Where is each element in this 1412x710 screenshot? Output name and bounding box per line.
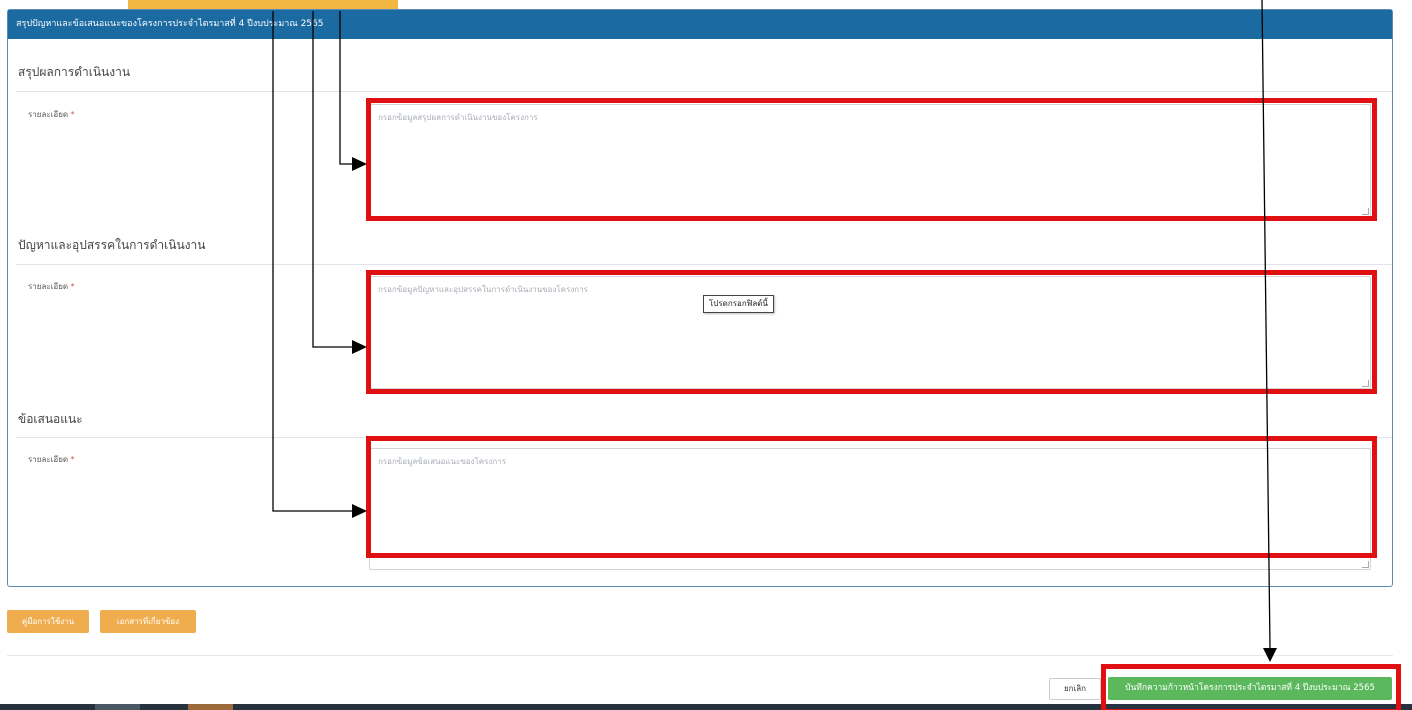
field-label-suggestions: รายละเอียด * (28, 453, 75, 466)
taskbar-item[interactable] (188, 704, 233, 710)
field-label-text: รายละเอียด (28, 455, 69, 464)
resize-grip-icon[interactable] (1362, 561, 1369, 568)
section-divider (16, 264, 1392, 265)
footer-divider (7, 655, 1393, 656)
section-title-problems: ปัญหาและอุปสรรคในการดำเนินงาน (18, 238, 206, 252)
panel-header: สรุปปัญหาและข้อเสนอแนะของโครงการประจำไตร… (8, 10, 1392, 39)
cancel-button[interactable]: ยกเลิก (1049, 678, 1101, 700)
user-manual-button[interactable]: คู่มือการใช้งาน (7, 610, 89, 633)
annotation-highlight-box (366, 436, 1377, 558)
section-title-suggestions: ข้อเสนอแนะ (18, 412, 83, 426)
annotation-highlight-box (366, 270, 1377, 394)
section-divider (16, 91, 1392, 92)
field-label-performance: รายละเอียด * (28, 108, 75, 121)
annotation-highlight-box (1101, 664, 1401, 710)
field-label-text: รายละเอียด (28, 110, 69, 119)
annotation-highlight-box (366, 98, 1377, 221)
required-marker: * (70, 110, 75, 119)
section-title-performance: สรุปผลการดำเนินงาน (18, 65, 131, 79)
field-label-problems: รายละเอียด * (28, 280, 75, 293)
taskbar-item[interactable] (95, 704, 140, 710)
related-documents-button[interactable]: เอกสารที่เกี่ยวข้อง (100, 610, 196, 633)
field-label-text: รายละเอียด (28, 282, 69, 291)
required-marker: * (70, 282, 75, 291)
required-marker: * (70, 455, 75, 464)
